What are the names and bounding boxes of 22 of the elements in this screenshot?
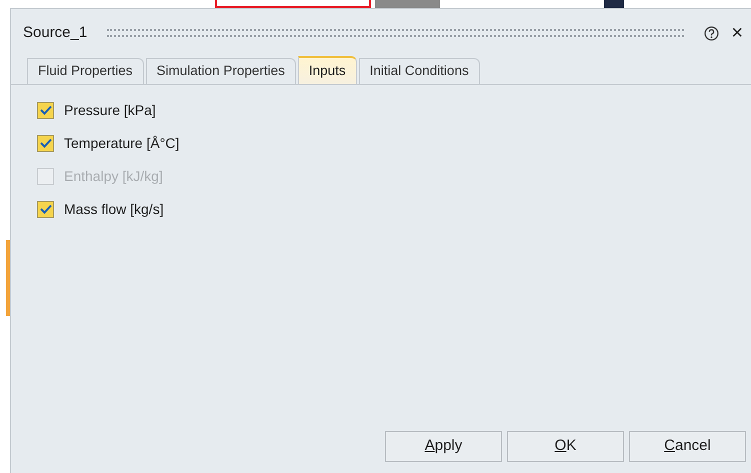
- checkbox[interactable]: [37, 200, 54, 218]
- checkbox[interactable]: [37, 134, 54, 152]
- drag-grip[interactable]: [107, 29, 684, 37]
- tab[interactable]: Simulation Properties: [146, 58, 296, 84]
- tab[interactable]: Inputs: [298, 56, 357, 84]
- dialog-button[interactable]: OK: [507, 431, 624, 462]
- dialog-button[interactable]: Apply: [385, 431, 502, 462]
- tab[interactable]: Fluid Properties: [27, 58, 144, 84]
- check-icon: [40, 138, 52, 148]
- checkbox-label: Pressure [kPa]: [64, 100, 156, 120]
- canvas-mark: [604, 0, 624, 8]
- help-icon[interactable]: [704, 26, 720, 40]
- checkbox[interactable]: [37, 102, 54, 118]
- checkbox-label: Enthalpy [kJ/kg]: [64, 166, 163, 186]
- checkbox-label: Mass flow [kg/s]: [64, 200, 164, 219]
- window-title: Source_1: [23, 22, 88, 43]
- checkbox-label: Temperature [Å°C]: [64, 134, 180, 153]
- check-icon: [40, 105, 52, 115]
- close-button[interactable]: ×: [731, 23, 743, 43]
- tab[interactable]: Initial Conditions: [358, 58, 480, 84]
- dialog-button[interactable]: Cancel: [629, 431, 746, 462]
- check-icon: [40, 204, 52, 214]
